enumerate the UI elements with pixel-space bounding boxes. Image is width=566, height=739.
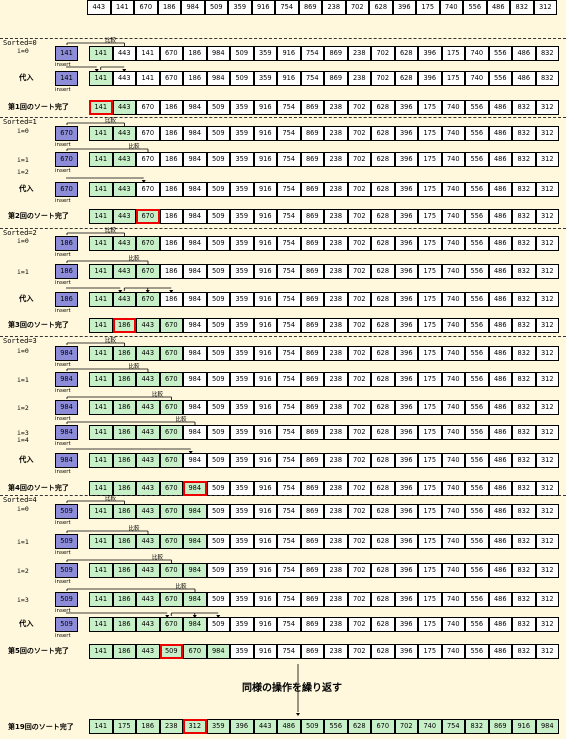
arrowhead	[122, 69, 127, 72]
array-cell: 186	[112, 318, 136, 333]
arrowhead	[188, 451, 193, 454]
connector-lines	[66, 42, 300, 716]
array-cell: 670	[136, 209, 160, 224]
arrowhead	[141, 180, 146, 183]
array-cell: 141	[89, 100, 113, 115]
arrowhead	[216, 615, 221, 618]
arrowhead	[94, 69, 99, 72]
arrowhead	[296, 713, 300, 716]
arrowhead	[118, 290, 123, 293]
array-cell: 509	[159, 644, 183, 659]
array-cell: 984	[183, 481, 207, 496]
arrowhead	[169, 290, 174, 293]
arrowhead	[165, 615, 170, 618]
array-cell: 312	[183, 719, 207, 734]
